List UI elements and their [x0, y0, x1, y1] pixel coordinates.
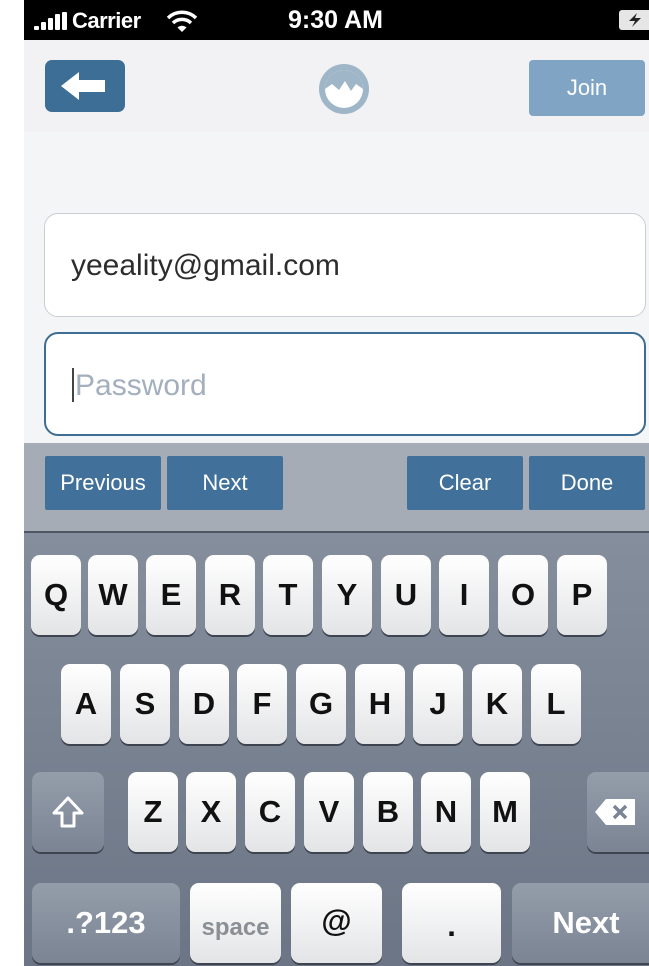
- key-x[interactable]: X: [186, 772, 236, 852]
- done-button[interactable]: Done: [529, 456, 645, 510]
- numbers-key[interactable]: .?123: [32, 883, 180, 963]
- key-r[interactable]: R: [205, 555, 255, 635]
- key-m[interactable]: M: [480, 772, 530, 852]
- password-placeholder: Password: [75, 369, 207, 402]
- key-y[interactable]: Y: [322, 555, 372, 635]
- status-time: 9:30 AM: [288, 6, 383, 34]
- key-d[interactable]: D: [179, 664, 229, 744]
- previous-button[interactable]: Previous: [45, 456, 161, 510]
- back-arrow-icon: [61, 72, 105, 100]
- key-f[interactable]: F: [237, 664, 287, 744]
- email-field[interactable]: yeeality@gmail.com: [44, 213, 646, 317]
- key-s[interactable]: S: [120, 664, 170, 744]
- signal-strength-icon: [34, 12, 70, 30]
- key-h[interactable]: H: [355, 664, 405, 744]
- navigation-bar: Join: [24, 40, 649, 132]
- key-u[interactable]: U: [381, 555, 431, 635]
- delete-key[interactable]: [587, 772, 649, 852]
- battery-icon: [619, 10, 649, 30]
- key-i[interactable]: I: [439, 555, 489, 635]
- key-l[interactable]: L: [531, 664, 581, 744]
- key-g[interactable]: G: [296, 664, 346, 744]
- key-b[interactable]: B: [363, 772, 413, 852]
- key-k[interactable]: K: [472, 664, 522, 744]
- password-field[interactable]: Password: [44, 332, 646, 436]
- period-key[interactable]: .: [402, 883, 501, 963]
- app-logo-icon: [319, 64, 369, 114]
- key-q[interactable]: Q: [31, 555, 81, 635]
- at-key[interactable]: @: [291, 883, 382, 963]
- email-value: yeeality@gmail.com: [71, 249, 340, 282]
- on-screen-keyboard: Q W E R T Y U I O P A S D F G H J K L Z …: [24, 531, 649, 966]
- join-button[interactable]: Join: [529, 60, 645, 116]
- space-key[interactable]: space: [190, 883, 281, 963]
- carrier-label: Carrier: [72, 8, 141, 33]
- wifi-icon: [166, 10, 198, 32]
- key-n[interactable]: N: [421, 772, 471, 852]
- text-cursor: [72, 368, 74, 403]
- back-button[interactable]: [45, 60, 125, 112]
- key-c[interactable]: C: [245, 772, 295, 852]
- shift-arrow-icon: [52, 796, 84, 828]
- status-bar: Carrier 9:30 AM: [24, 0, 649, 40]
- backspace-icon: [595, 799, 635, 825]
- key-a[interactable]: A: [61, 664, 111, 744]
- key-w[interactable]: W: [88, 555, 138, 635]
- shift-key[interactable]: [32, 772, 104, 852]
- login-form: yeeality@gmail.com Password: [24, 132, 649, 443]
- key-j[interactable]: J: [413, 664, 463, 744]
- key-o[interactable]: O: [498, 555, 548, 635]
- clear-button[interactable]: Clear: [407, 456, 523, 510]
- key-z[interactable]: Z: [128, 772, 178, 852]
- keyboard-toolbar: Previous Next Clear Done: [24, 443, 649, 531]
- phone-screen: Carrier 9:30 AM Join yeeality@gmail.com: [24, 0, 649, 966]
- key-p[interactable]: P: [557, 555, 607, 635]
- key-e[interactable]: E: [146, 555, 196, 635]
- next-field-button[interactable]: Next: [167, 456, 283, 510]
- key-v[interactable]: V: [304, 772, 354, 852]
- key-t[interactable]: T: [263, 555, 313, 635]
- return-next-key[interactable]: Next: [512, 883, 649, 963]
